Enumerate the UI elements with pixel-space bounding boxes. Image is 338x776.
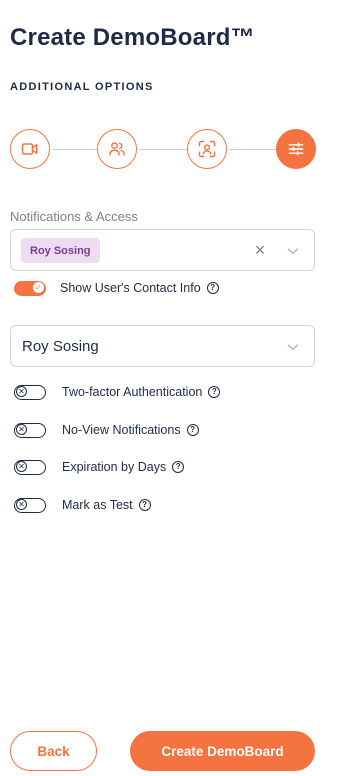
help-icon[interactable]: ? bbox=[172, 461, 185, 473]
option-row-no-view: ✕ No-View Notifications ? bbox=[14, 421, 199, 439]
x-icon: ✕ bbox=[16, 424, 27, 435]
create-demoboard-button[interactable]: Create DemoBoard bbox=[130, 731, 315, 771]
show-contact-row: ✓ Show User's Contact Info ? bbox=[14, 279, 219, 297]
step-settings[interactable] bbox=[276, 129, 316, 169]
clear-icon[interactable]: × bbox=[252, 241, 268, 259]
user-select[interactable]: Roy Sosing bbox=[10, 325, 315, 367]
mark-test-label: Mark as Test bbox=[62, 498, 133, 512]
page-title: Create DemoBoard™ bbox=[10, 24, 255, 51]
step-connector bbox=[52, 148, 97, 150]
chevron-down-icon[interactable] bbox=[286, 340, 300, 354]
x-icon: ✕ bbox=[16, 499, 27, 510]
step-face-scan[interactable] bbox=[187, 129, 227, 169]
option-row-mark-test: ✕ Mark as Test ? bbox=[14, 496, 151, 514]
step-connector bbox=[139, 148, 187, 150]
option-row-two-factor: ✕ Two-factor Authentication ? bbox=[14, 383, 221, 401]
show-contact-label: Show User's Contact Info bbox=[60, 281, 201, 295]
user-select-value: Roy Sosing bbox=[22, 338, 99, 355]
progress-stepper bbox=[10, 129, 316, 169]
back-button[interactable]: Back bbox=[10, 731, 97, 771]
no-view-toggle[interactable]: ✕ bbox=[14, 422, 46, 438]
notifications-multiselect[interactable]: Roy Sosing × bbox=[10, 229, 315, 271]
no-view-label: No-View Notifications bbox=[62, 423, 181, 437]
notifications-label: Notifications & Access bbox=[10, 209, 138, 224]
selected-user-chip[interactable]: Roy Sosing bbox=[21, 238, 100, 263]
step-users[interactable] bbox=[97, 129, 137, 169]
chevron-down-icon[interactable] bbox=[286, 244, 300, 258]
check-icon: ✓ bbox=[33, 282, 44, 293]
two-factor-label: Two-factor Authentication bbox=[62, 385, 203, 399]
section-heading: ADDITIONAL OPTIONS bbox=[10, 81, 154, 93]
step-video[interactable] bbox=[10, 129, 50, 169]
two-factor-toggle[interactable]: ✕ bbox=[14, 384, 46, 400]
expiration-toggle[interactable]: ✕ bbox=[14, 459, 46, 475]
show-contact-toggle[interactable]: ✓ bbox=[14, 280, 46, 296]
mark-test-toggle[interactable]: ✕ bbox=[14, 497, 46, 513]
step-connector bbox=[229, 148, 276, 150]
option-row-expiration: ✕ Expiration by Days ? bbox=[14, 458, 185, 476]
sliders-icon bbox=[288, 142, 304, 156]
x-icon: ✕ bbox=[16, 461, 27, 472]
face-scan-icon bbox=[198, 140, 216, 158]
help-icon[interactable]: ? bbox=[208, 386, 221, 398]
help-icon[interactable]: ? bbox=[138, 499, 151, 511]
help-icon[interactable]: ? bbox=[186, 424, 199, 436]
x-icon: ✕ bbox=[16, 386, 27, 397]
video-camera-icon bbox=[21, 143, 38, 155]
expiration-label: Expiration by Days bbox=[62, 460, 167, 474]
help-icon[interactable]: ? bbox=[206, 282, 219, 294]
users-icon bbox=[109, 142, 125, 156]
